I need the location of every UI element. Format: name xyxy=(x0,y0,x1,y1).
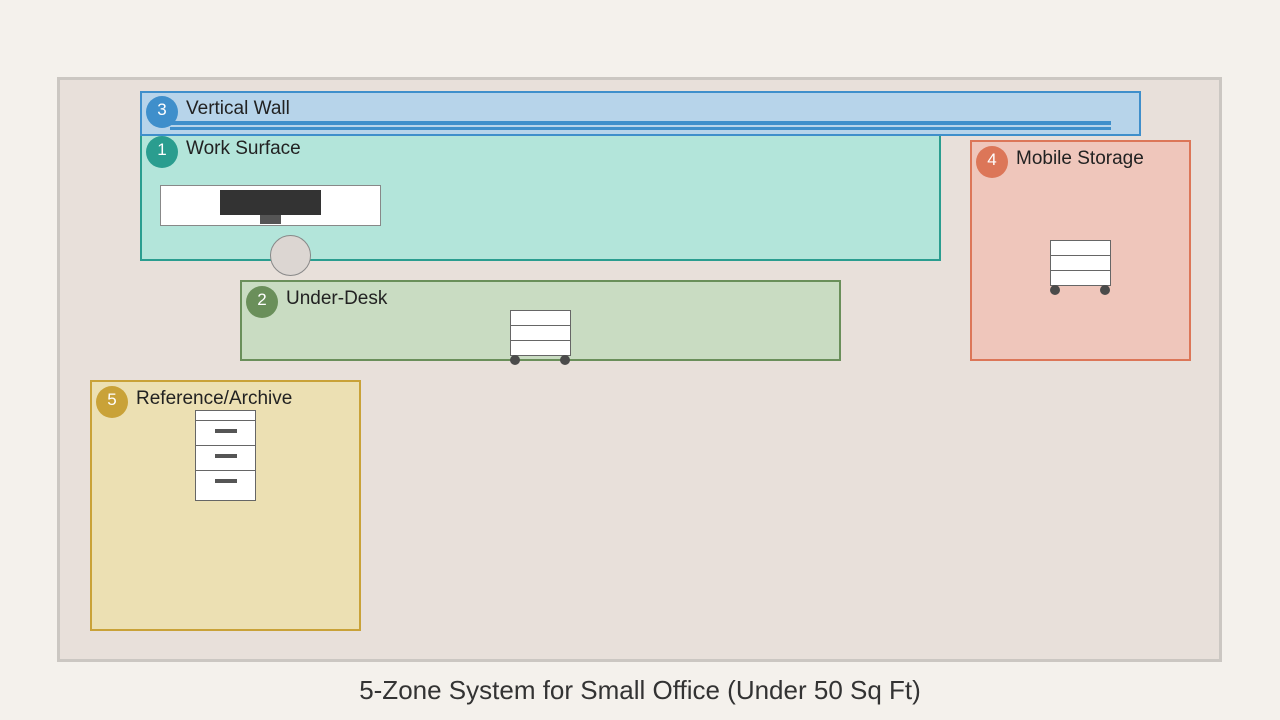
zone-3-label: Vertical Wall xyxy=(186,98,290,119)
monitor xyxy=(220,190,321,215)
monitor-stand xyxy=(260,215,281,224)
zone-5-label: Reference/Archive xyxy=(136,388,293,409)
rolling-cart xyxy=(1050,240,1111,286)
caster-wheel xyxy=(560,355,570,365)
caster-wheel xyxy=(510,355,520,365)
zone-1-badge: 1 xyxy=(146,136,178,168)
wall-shelf-lower xyxy=(170,127,1111,130)
chair xyxy=(270,235,311,276)
zone-3-badge: 3 xyxy=(146,96,178,128)
filing-cabinet xyxy=(195,410,256,501)
wall-shelf-upper xyxy=(170,121,1111,125)
zone-2-badge: 2 xyxy=(246,286,278,318)
zone-1-label: Work Surface xyxy=(186,138,301,159)
under-desk-drawer-unit xyxy=(510,310,571,356)
zone-4-label: Mobile Storage xyxy=(1016,148,1144,169)
zone-2-label: Under-Desk xyxy=(286,288,388,309)
zone-4-badge: 4 xyxy=(976,146,1008,178)
diagram-caption: 5-Zone System for Small Office (Under 50… xyxy=(359,675,921,705)
zone-5-badge: 5 xyxy=(96,386,128,418)
caster-wheel xyxy=(1100,285,1110,295)
caster-wheel xyxy=(1050,285,1060,295)
